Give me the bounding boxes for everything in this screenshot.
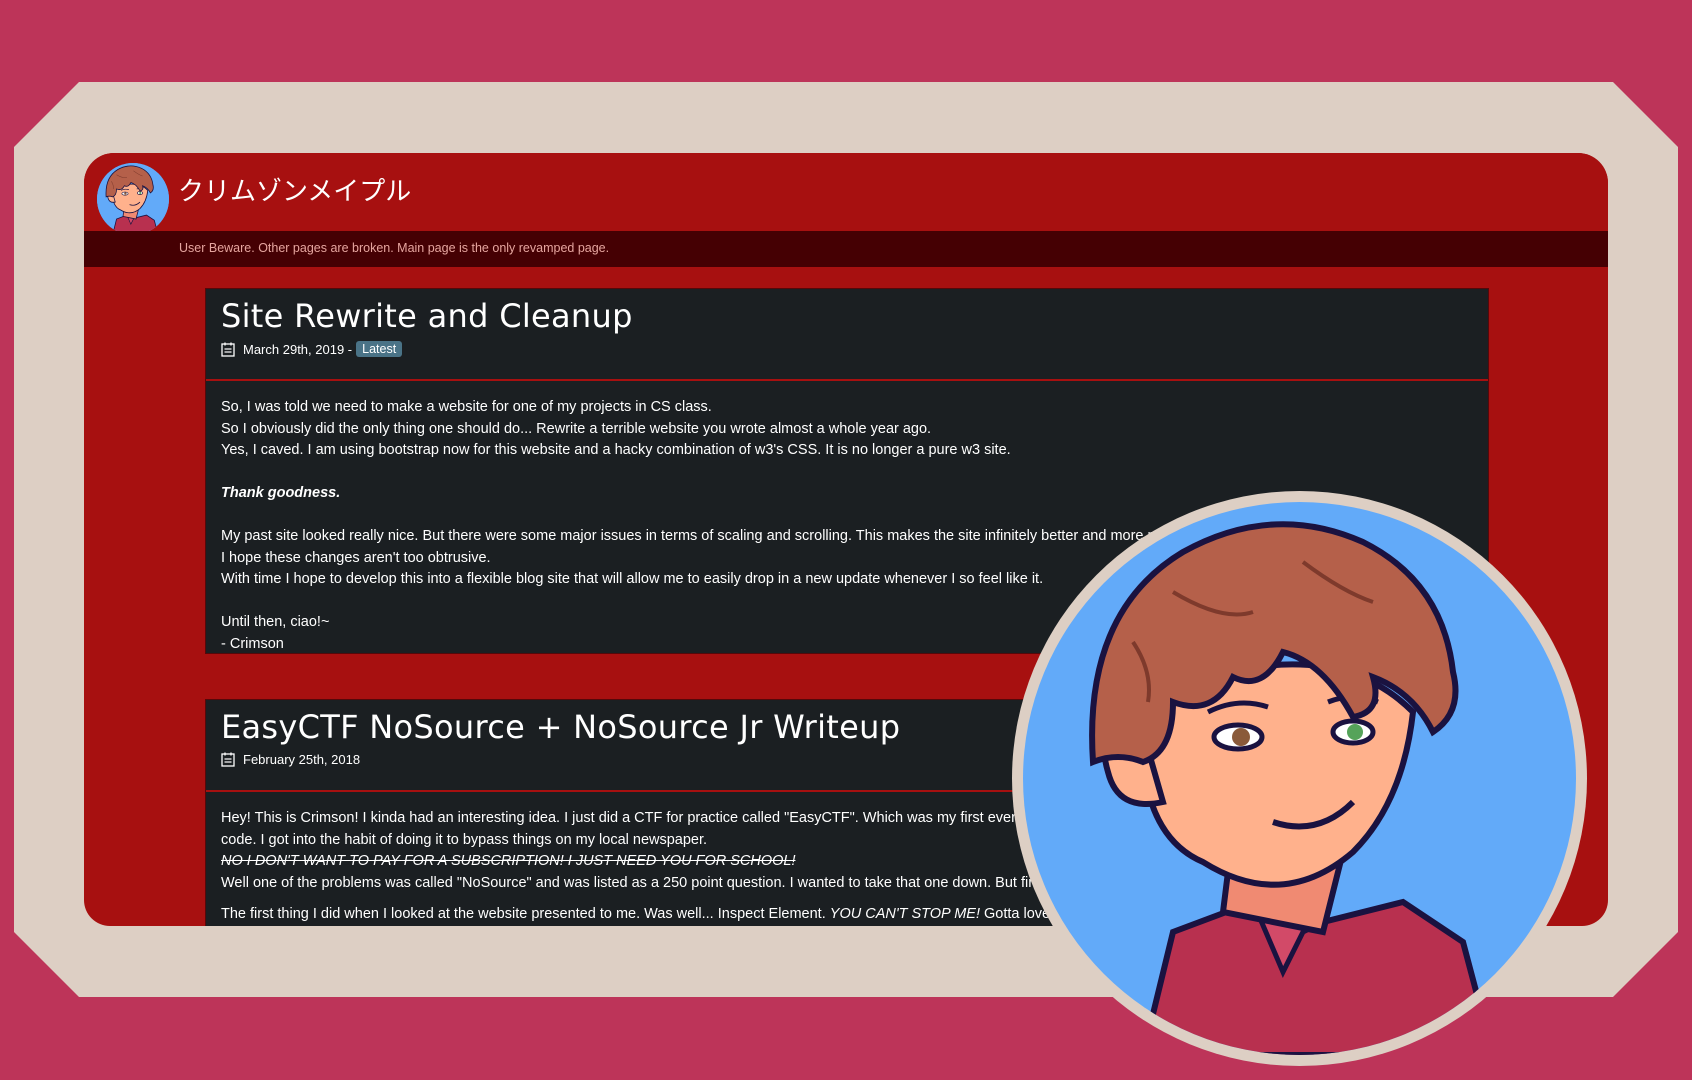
post-paragraph: So, I was told we need to make a website… xyxy=(221,399,712,415)
post-date: March 29th, 2019 - xyxy=(243,341,353,357)
post-title[interactable]: Site Rewrite and Cleanup xyxy=(221,297,633,335)
post-meta: March 29th, 2019 - Latest xyxy=(221,341,403,357)
post-title[interactable]: EasyCTF NoSource + NoSource Jr Writeup xyxy=(221,708,900,746)
post-text: The first thing I did when I looked at t… xyxy=(221,906,826,922)
post-meta: February 25th, 2018 xyxy=(221,752,360,767)
profile-avatar-image xyxy=(1023,502,1576,1055)
post-paragraph: So I obviously did the only thing one sh… xyxy=(221,420,932,437)
profile-avatar xyxy=(1012,491,1587,1066)
post-header: Site Rewrite and Cleanup March 29th, 201… xyxy=(206,289,1488,381)
notice-bar: User Beware. Other pages are broken. Mai… xyxy=(84,231,1608,267)
calendar-icon xyxy=(221,342,235,357)
brand-title[interactable]: クリムゾンメイプル xyxy=(178,171,411,208)
brand-avatar[interactable] xyxy=(97,163,169,235)
avatar-icon xyxy=(1023,502,1576,1055)
avatar-icon xyxy=(97,163,169,235)
latest-badge: Latest xyxy=(356,341,403,357)
calendar-icon xyxy=(221,752,235,767)
navbar: クリムゾンメイプル xyxy=(84,153,1608,235)
post-paragraph: Yes, I caved. I am using bootstrap now f… xyxy=(221,442,1011,458)
notice-text: User Beware. Other pages are broken. Mai… xyxy=(179,241,610,255)
post-date: February 25th, 2018 xyxy=(243,752,361,767)
post-emphasis: YOU CAN'T STOP ME! xyxy=(829,906,980,922)
